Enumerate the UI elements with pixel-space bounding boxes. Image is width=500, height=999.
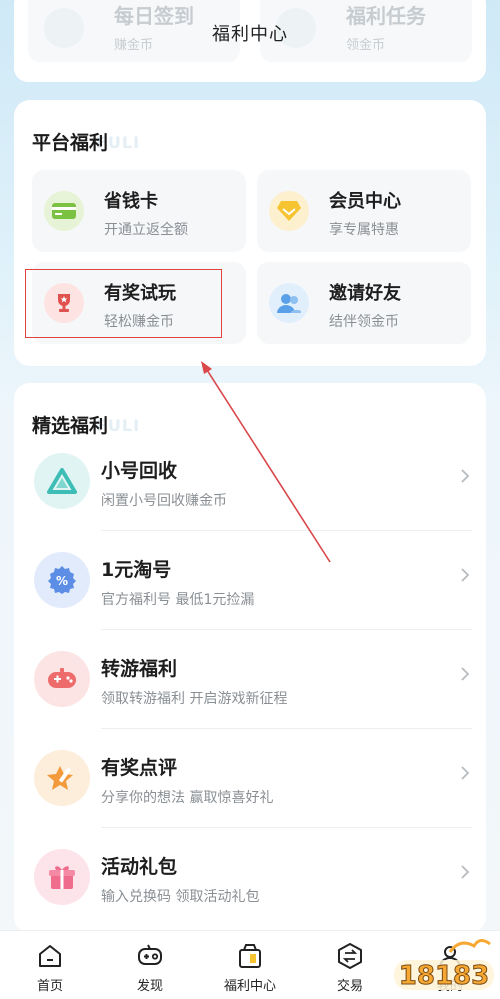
list-item-review-reward[interactable]: 有奖点评 分享你的想法 赢取惊喜好礼 (14, 729, 486, 828)
tab-label: 福利中心 (223, 979, 276, 994)
list-item-sub: 官方福利号 最低1元捡漏 (101, 592, 255, 608)
list-item-sub: 闲置小号回收赚金币 (101, 493, 227, 509)
gamepad-icon (34, 651, 90, 707)
list-item-one-yuan[interactable]: % 1元淘号 官方福利号 最低1元捡漏 (14, 531, 486, 630)
watermark-logo: 18183 (394, 939, 494, 992)
tab-welfare-center[interactable]: 福利中心 (200, 931, 300, 999)
member-center-tile[interactable]: 会员中心 享专属特惠 (257, 170, 471, 252)
diamond-icon (269, 191, 309, 231)
list-item-account-recycle[interactable]: 小号回收 闲置小号回收赚金币 (14, 432, 486, 531)
list-item-title: 活动礼包 (101, 856, 178, 878)
invite-friends-sub: 结伴领金币 (329, 314, 399, 330)
recycle-icon (34, 453, 90, 509)
chevron-right-icon (461, 766, 470, 780)
friends-icon (269, 283, 309, 323)
discount-icon: % (34, 552, 90, 608)
list-item-title: 小号回收 (101, 460, 178, 482)
card-icon (44, 191, 84, 231)
platform-welfare-heading: 平台福利 (32, 132, 109, 154)
home-icon (39, 945, 61, 967)
watermark-text: 18183 (399, 961, 489, 991)
list-item-sub: 分享你的想法 赢取惊喜好礼 (101, 790, 274, 806)
chevron-right-icon (461, 568, 470, 582)
list-item-transfer-game[interactable]: 转游福利 领取转游福利 开启游戏新征程 (14, 630, 486, 729)
welfare-icon (239, 944, 261, 968)
savings-card-tile[interactable]: 省钱卡 开通立返全额 (32, 170, 246, 252)
savings-card-title: 省钱卡 (104, 191, 158, 212)
tab-label: 发现 (136, 979, 163, 994)
invite-friends-title: 邀请好友 (329, 283, 401, 304)
list-item-title: 有奖点评 (101, 757, 178, 779)
list-item-title: 1元淘号 (101, 559, 172, 581)
tab-label: 首页 (36, 979, 63, 994)
list-item-sub: 领取转游福利 开启游戏新征程 (101, 691, 288, 707)
member-center-title: 会员中心 (329, 191, 401, 212)
list-item-sub: 输入兑换码 领取活动礼包 (101, 889, 260, 905)
chevron-right-icon (461, 865, 470, 879)
gift-icon (34, 849, 90, 905)
list-item-title: 转游福利 (101, 658, 178, 680)
svg-text:%: % (56, 574, 68, 588)
tab-trade[interactable]: 交易 (300, 931, 400, 999)
savings-card-sub: 开通立返全额 (104, 222, 188, 238)
tab-label: 交易 (336, 979, 363, 994)
gamepad-plus-icon (138, 944, 162, 965)
exchange-icon (338, 943, 362, 969)
chevron-right-icon (461, 667, 470, 681)
member-center-sub: 享专属特惠 (329, 222, 399, 238)
invite-friends-tile[interactable]: 邀请好友 结伴领金币 (257, 262, 471, 344)
chevron-right-icon (461, 469, 470, 483)
tab-discover[interactable]: 发现 (100, 931, 200, 999)
list-item-event-gift[interactable]: 活动礼包 输入兑换码 领取活动礼包 (14, 828, 486, 927)
highlight-box (25, 269, 222, 338)
tab-home[interactable]: 首页 (0, 931, 100, 999)
pen-star-icon (34, 750, 90, 806)
page-title: 福利中心 (212, 24, 288, 45)
